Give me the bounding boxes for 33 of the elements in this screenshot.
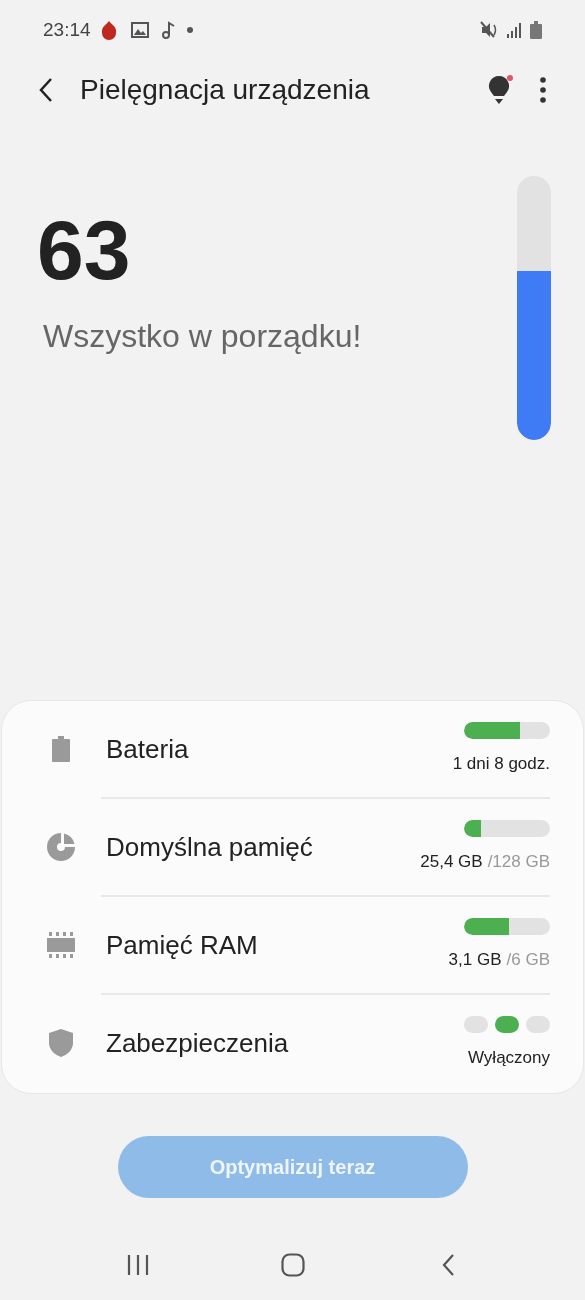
status-time: 23:14 bbox=[43, 17, 91, 42]
memory-chip-icon bbox=[47, 932, 75, 958]
row-total: /128 GB bbox=[487, 850, 550, 873]
image-icon bbox=[130, 22, 149, 38]
more-options-icon[interactable] bbox=[540, 77, 546, 103]
music-note-icon bbox=[160, 21, 175, 39]
status-row[interactable]: Zabezpieczenia Wyłączony bbox=[2, 995, 583, 1091]
row-label: Zabezpieczenia bbox=[106, 1026, 289, 1060]
home-icon[interactable] bbox=[280, 1253, 305, 1277]
row-label: Pamięć RAM bbox=[106, 928, 258, 962]
mute-icon bbox=[480, 21, 498, 39]
row-value: 1 dni 8 godz. bbox=[452, 752, 550, 775]
battery-icon bbox=[530, 21, 542, 39]
battery-icon bbox=[52, 736, 70, 762]
score-value: 63 bbox=[37, 208, 132, 292]
status-row[interactable]: Domyślna pamięć 25,4 GB /128 GB bbox=[2, 799, 583, 895]
pie-chart-icon bbox=[47, 833, 75, 861]
status-row[interactable]: Pamięć RAM 3,1 GB /6 GB bbox=[2, 897, 583, 993]
page-title: Pielęgnacja urządzenia bbox=[80, 73, 370, 107]
row-value: 3,1 GB bbox=[448, 948, 502, 971]
dot-icon bbox=[186, 27, 193, 33]
status-row[interactable]: Bateria 1 dni 8 godz. bbox=[2, 701, 583, 797]
row-value: 25,4 GB bbox=[420, 850, 483, 873]
row-value: Wyłączony bbox=[467, 1046, 550, 1069]
row-label: Bateria bbox=[106, 732, 189, 766]
back-icon[interactable] bbox=[38, 77, 54, 103]
row-label: Domyślna pamięć bbox=[106, 830, 313, 864]
back-icon[interactable] bbox=[440, 1253, 455, 1277]
score-message: Wszystko w porządku! bbox=[43, 317, 362, 356]
row-total: /6 GB bbox=[506, 948, 550, 971]
recent-apps-icon[interactable] bbox=[126, 1255, 149, 1275]
shield-icon bbox=[49, 1029, 73, 1057]
signal-icon bbox=[506, 22, 522, 38]
